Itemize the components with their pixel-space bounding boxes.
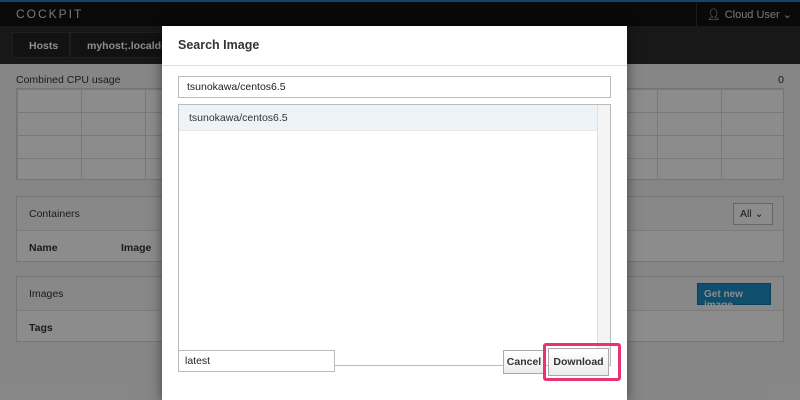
dialog-title: Search Image xyxy=(162,26,627,66)
download-button[interactable]: Download xyxy=(548,348,609,376)
cancel-button[interactable]: Cancel xyxy=(503,350,545,374)
search-image-dialog: Search Image tsunokawa/centos6.5 Cancel … xyxy=(162,26,627,400)
search-results-list: tsunokawa/centos6.5 xyxy=(178,104,611,366)
list-item[interactable]: tsunokawa/centos6.5 xyxy=(179,105,599,131)
results-scrollbar[interactable] xyxy=(597,105,610,365)
image-search-input[interactable] xyxy=(178,76,611,98)
tag-input[interactable] xyxy=(178,350,335,372)
